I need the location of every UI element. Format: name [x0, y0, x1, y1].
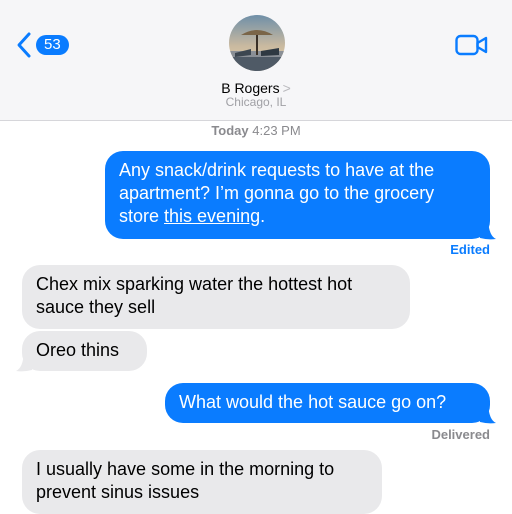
outgoing-message-bubble[interactable]: Any snack/drink requests to have at the … [105, 151, 490, 239]
incoming-message-bubble[interactable]: Chex mix sparking water the hottest hot … [22, 265, 410, 329]
message-text-end: . [260, 206, 266, 226]
bubble-tail [480, 404, 496, 424]
conversation-header: 53 B Rogers > Chicago, IL [0, 0, 512, 121]
outgoing-message-bubble[interactable]: What would the hot sauce go on? [165, 383, 490, 423]
incoming-message-bubble[interactable]: Oreo thins [22, 331, 147, 371]
message-text: What would the hot sauce go on? [179, 392, 447, 412]
contact-name[interactable]: B Rogers > [0, 80, 512, 96]
message-text: Chex mix sparking water the hottest hot … [36, 274, 353, 317]
message-timestamp: Today 4:23 PM [0, 123, 512, 138]
timestamp-time: 4:23 PM [252, 123, 301, 138]
avatar[interactable] [229, 15, 285, 71]
bubble-tail [16, 352, 32, 372]
message-text: I usually have some in the morning to pr… [36, 459, 335, 502]
bubble-tail [480, 220, 496, 240]
video-camera-icon [455, 34, 488, 56]
chevron-right-icon: > [282, 80, 291, 96]
incoming-message-bubble[interactable]: I usually have some in the morning to pr… [22, 450, 382, 514]
video-call-button[interactable] [455, 33, 488, 57]
contact-location: Chicago, IL [225, 95, 287, 109]
back-button[interactable]: 53 [16, 30, 69, 60]
chevron-left-icon [16, 31, 32, 59]
contact-name-text: B Rogers [221, 80, 280, 96]
delivered-status: Delivered [431, 427, 490, 442]
date-link[interactable]: this evening [164, 206, 260, 226]
timestamp-day: Today [211, 123, 249, 138]
unread-count-badge: 53 [36, 35, 69, 55]
message-text: Oreo thins [36, 340, 120, 360]
edited-status[interactable]: Edited [450, 242, 490, 257]
contact-photo [229, 15, 285, 71]
